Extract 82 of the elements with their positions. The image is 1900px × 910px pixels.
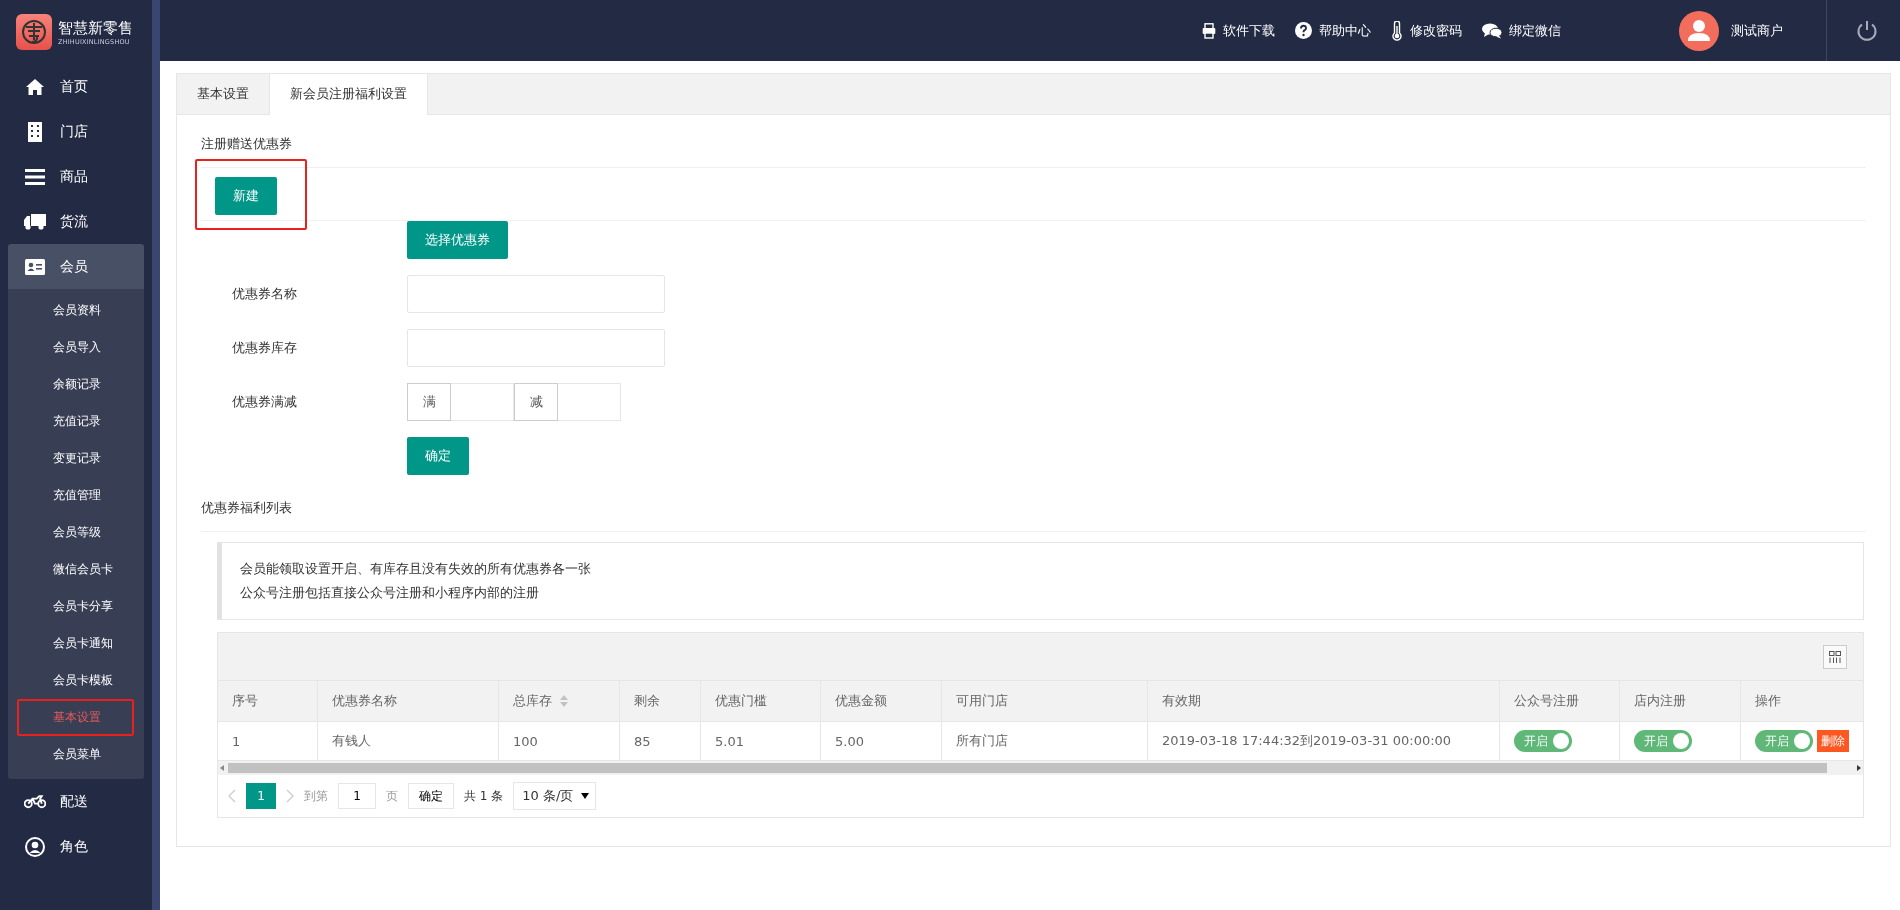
dropdown-icon <box>581 793 590 799</box>
column-header: 剩余 <box>620 681 701 722</box>
column-header: 有效期 <box>1148 681 1500 722</box>
submenu-item[interactable]: 会员卡通知 <box>17 625 134 662</box>
input-prefix: 减 <box>514 383 558 421</box>
column-header: 可用门店 <box>942 681 1148 722</box>
sidebar-item[interactable]: 门店 <box>8 109 144 154</box>
logo-icon <box>20 18 48 46</box>
submenu-item[interactable]: 变更记录 <box>17 440 134 477</box>
header-link[interactable]: 帮助中心 <box>1295 20 1371 41</box>
column-header: 优惠门槛 <box>701 681 821 722</box>
submenu-item[interactable]: 会员导入 <box>17 329 134 366</box>
help-icon <box>1295 22 1312 39</box>
notice-text: 会员能领取设置开启、有库存且没有失效的所有优惠券各一张 <box>240 560 592 578</box>
submenu-item[interactable]: 余额记录 <box>17 366 134 403</box>
input-field[interactable] <box>407 329 665 367</box>
input-field[interactable] <box>407 275 665 313</box>
header-link[interactable]: 绑定微信 <box>1482 20 1561 41</box>
column-header: 序号 <box>218 681 318 722</box>
sidebar-item[interactable]: 货流 <box>8 199 144 244</box>
field-label: 优惠券满减 <box>232 393 298 411</box>
id-card-icon <box>25 258 45 275</box>
column-header: 优惠金额 <box>821 681 942 722</box>
total-count: 共 1 条 <box>464 787 504 805</box>
menu-icon <box>25 168 45 185</box>
goto-label: 到第 <box>304 787 328 805</box>
tab[interactable]: 基本设置 <box>177 74 269 114</box>
tab[interactable]: 新会员注册福利设置 <box>269 74 428 115</box>
field-label: 优惠券库存 <box>232 339 298 357</box>
home-icon <box>25 77 45 96</box>
new-button[interactable]: 新建 <box>215 176 277 215</box>
section-title: 注册赠送优惠券 <box>201 131 1866 168</box>
truck-icon <box>24 213 46 230</box>
go-button[interactable]: 确定 <box>408 783 454 809</box>
field-label: 优惠券名称 <box>232 285 298 303</box>
input-field[interactable] <box>451 383 514 421</box>
user-circle-icon <box>25 836 45 857</box>
page-unit-label: 页 <box>386 787 398 805</box>
printer-icon <box>1202 22 1216 39</box>
column-header: 操作 <box>1741 681 1863 722</box>
column-header: 店内注册 <box>1620 681 1741 722</box>
sidebar-item[interactable]: 角色 <box>8 824 144 869</box>
submenu-item[interactable]: 会员卡分享 <box>17 588 134 625</box>
column-header: 优惠券名称 <box>318 681 499 722</box>
input-prefix: 满 <box>407 383 451 421</box>
input-field[interactable] <box>558 383 621 421</box>
submenu-item[interactable]: 会员等级 <box>17 514 134 551</box>
submenu-item[interactable]: 会员菜单 <box>17 736 134 773</box>
building-icon <box>27 121 43 142</box>
sidebar-item[interactable]: 会员 <box>8 244 144 289</box>
motorcycle-icon <box>24 793 46 810</box>
chat-icon <box>1482 22 1502 39</box>
sidebar-item[interactable]: 配送 <box>8 779 144 824</box>
confirm-button[interactable]: 确定 <box>407 437 469 475</box>
submenu-item[interactable]: 充值管理 <box>17 477 134 514</box>
logo-title: 智慧新零售 <box>58 18 133 38</box>
columns-button[interactable] <box>1823 644 1847 669</box>
column-header: 公众号注册 <box>1500 681 1620 722</box>
user-name[interactable]: 测试商户 <box>1731 21 1783 40</box>
submenu-item[interactable]: 微信会员卡 <box>17 551 134 588</box>
previous-page-icon[interactable] <box>228 789 236 803</box>
column-header[interactable]: 总库存 <box>499 681 620 722</box>
next-page-icon[interactable] <box>286 789 294 803</box>
select-coupon-button[interactable]: 选择优惠券 <box>407 221 508 259</box>
page-input[interactable]: 1 <box>338 783 376 809</box>
submenu-item[interactable]: 会员卡模板 <box>17 662 134 699</box>
power-icon[interactable] <box>1856 19 1878 42</box>
columns-icon <box>1829 650 1841 663</box>
sidebar-item[interactable]: 商品 <box>8 154 144 199</box>
sidebar-item[interactable]: 首页 <box>8 64 144 109</box>
page-number[interactable]: 1 <box>246 783 276 809</box>
sort-icon[interactable] <box>560 695 568 707</box>
section-title: 优惠券福利列表 <box>201 499 1866 532</box>
horizontal-scrollbar[interactable] <box>218 760 1863 775</box>
notice-text: 公众号注册包括直接公众号注册和小程序内部的注册 <box>240 584 540 602</box>
submenu-item[interactable]: 充值记录 <box>17 403 134 440</box>
header-link[interactable]: 软件下载 <box>1202 20 1275 41</box>
submenu-item[interactable]: 会员资料 <box>17 292 134 329</box>
header-link[interactable]: 修改密码 <box>1391 20 1462 41</box>
avatar-icon[interactable] <box>1679 10 1719 51</box>
page-size-select[interactable]: 10 条/页 <box>513 782 597 810</box>
thermometer-icon <box>1391 20 1403 41</box>
